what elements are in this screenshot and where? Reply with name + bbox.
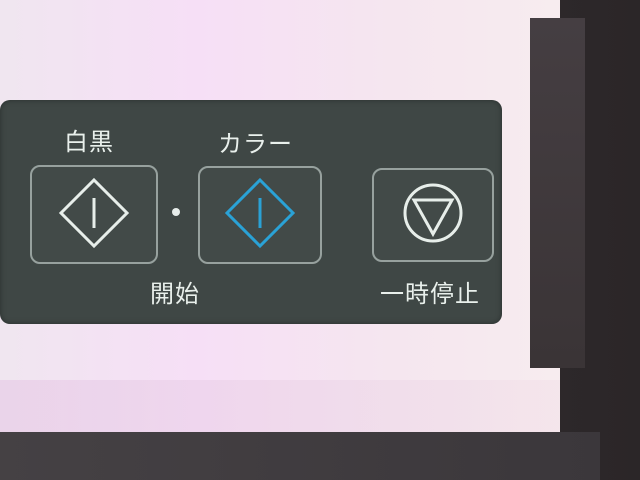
mono-start-button[interactable]	[30, 165, 158, 264]
mono-label: 白黒	[64, 128, 114, 156]
diamond-start-icon	[55, 174, 133, 256]
diamond-start-icon	[221, 174, 299, 256]
pause-button[interactable]	[372, 168, 494, 262]
separator-dot	[172, 208, 180, 216]
device-edge	[530, 18, 585, 368]
color-start-button[interactable]	[198, 166, 322, 264]
start-label: 開始	[150, 280, 200, 308]
device-bottom-strip	[0, 432, 600, 480]
triangle-in-circle-stop-icon	[396, 176, 470, 254]
pause-label: 一時停止	[380, 280, 480, 308]
color-label: カラー	[218, 130, 293, 158]
